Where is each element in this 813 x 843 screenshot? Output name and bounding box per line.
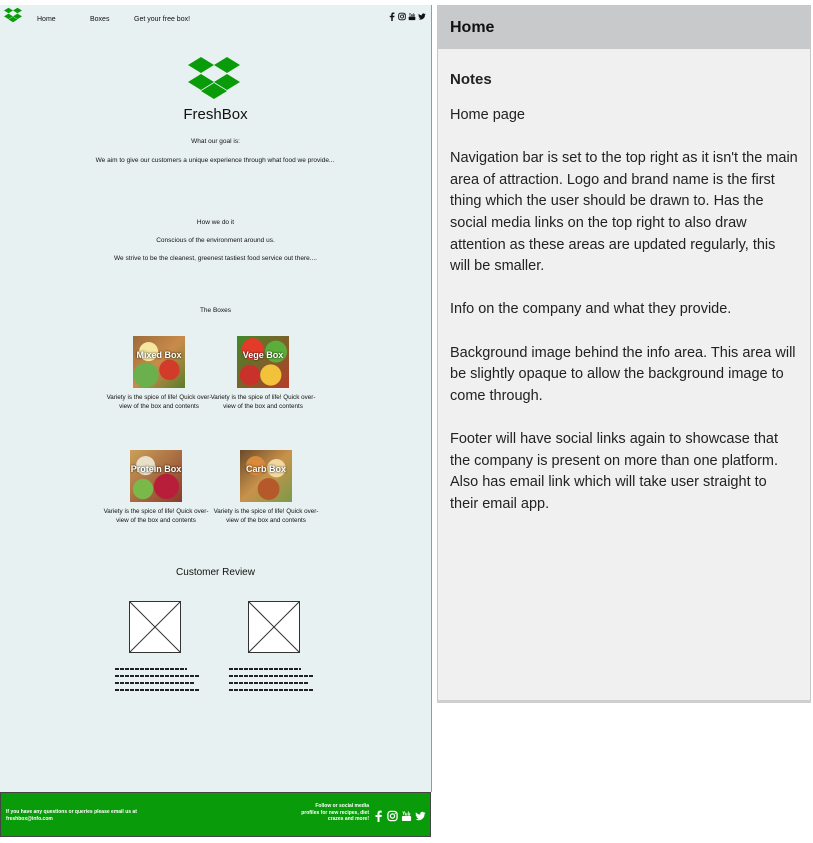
wireframe-mockup: Home Boxes Get your free box! FreshBox W… (0, 5, 432, 843)
mixed-box-image[interactable]: Mixed Box (133, 336, 185, 388)
footer-contact-text[interactable]: If you have any questions or queries ple… (6, 809, 166, 823)
nav-link-free-box[interactable]: Get your free box! (134, 16, 190, 23)
notes-heading: Notes (450, 71, 492, 88)
notes-paragraph: Footer will have social links again to s… (450, 430, 779, 512)
carb-box-desc: Variety is the spice of life! Quick over… (213, 508, 319, 524)
goal-text: We aim to give our customers a unique ex… (95, 157, 335, 164)
nav-link-boxes[interactable]: Boxes (90, 16, 109, 23)
review-image-placeholder-1 (129, 601, 181, 653)
review-text-placeholder-2 (229, 668, 313, 696)
notes-paragraph: Navigation bar is set to the top right a… (450, 150, 798, 275)
youtube-icon[interactable] (408, 11, 416, 21)
box-card-mixed[interactable]: Mixed Box Variety is the spice of life! … (104, 336, 214, 411)
notes-paragraph: Home page (450, 107, 525, 123)
carb-box-label: Carb Box (245, 464, 286, 474)
notes-body: Notes Home page Navigation bar is set to… (438, 49, 810, 515)
nav-bar: Home Boxes Get your free box! (0, 5, 431, 33)
notes-paragraph: Background image behind the info area. T… (450, 344, 796, 404)
protein-box-desc: Variety is the spice of life! Quick over… (103, 508, 209, 524)
box-card-carb[interactable]: Carb Box Variety is the spice of life! Q… (211, 450, 321, 525)
box-card-protein[interactable]: Protein Box Variety is the spice of life… (101, 450, 211, 525)
footer-instagram-icon[interactable] (387, 809, 398, 822)
box-card-vege[interactable]: Vege Box Variety is the spice of life! Q… (208, 336, 318, 411)
carb-box-image[interactable]: Carb Box (240, 450, 292, 502)
review-image-placeholder-2 (248, 601, 300, 653)
vege-box-image[interactable]: Vege Box (237, 336, 289, 388)
vege-box-label: Vege Box (242, 350, 284, 360)
notes-page-title: Home (450, 18, 495, 36)
facebook-icon[interactable] (388, 11, 396, 21)
footer-facebook-icon[interactable] (373, 809, 384, 822)
protein-box-label: Protein Box (130, 464, 182, 474)
footer-follow-text: Follow or social media profiles for new … (301, 803, 369, 822)
customer-review-heading: Customer Review (176, 567, 255, 578)
freshbox-hero-logo-icon (188, 57, 240, 99)
twitter-icon[interactable] (418, 11, 426, 21)
how-heading: How we do it (196, 219, 235, 226)
footer-youtube-icon[interactable] (401, 809, 412, 822)
boxes-heading: The Boxes (199, 307, 232, 314)
nav-link-home[interactable]: Home (37, 16, 56, 23)
mixed-box-label: Mixed Box (136, 350, 182, 360)
nav-social-links (388, 11, 426, 21)
page-canvas: Home Boxes Get your free box! FreshBox W… (0, 5, 432, 792)
brand-name: FreshBox (183, 106, 248, 123)
footer-twitter-icon[interactable] (415, 809, 426, 822)
freshbox-logo-icon[interactable] (4, 6, 22, 24)
mixed-box-desc: Variety is the spice of life! Quick over… (106, 394, 212, 410)
site-footer: If you have any questions or queries ple… (0, 792, 431, 837)
how-line-2: We strive to be the cleanest, greenest t… (114, 255, 317, 262)
notes-header: Home (438, 6, 810, 49)
protein-box-image[interactable]: Protein Box (130, 450, 182, 502)
notes-paragraph: Info on the company and what they provid… (450, 301, 732, 318)
notes-panel: Home Notes Home page Navigation bar is s… (437, 5, 811, 703)
goal-heading: What our goal is: (191, 138, 240, 145)
vege-box-desc: Variety is the spice of life! Quick over… (210, 394, 316, 410)
how-line-1: Conscious of the environment around us. (156, 237, 275, 244)
instagram-icon[interactable] (398, 11, 406, 21)
review-text-placeholder-1 (115, 668, 199, 696)
footer-social-links (373, 809, 426, 822)
